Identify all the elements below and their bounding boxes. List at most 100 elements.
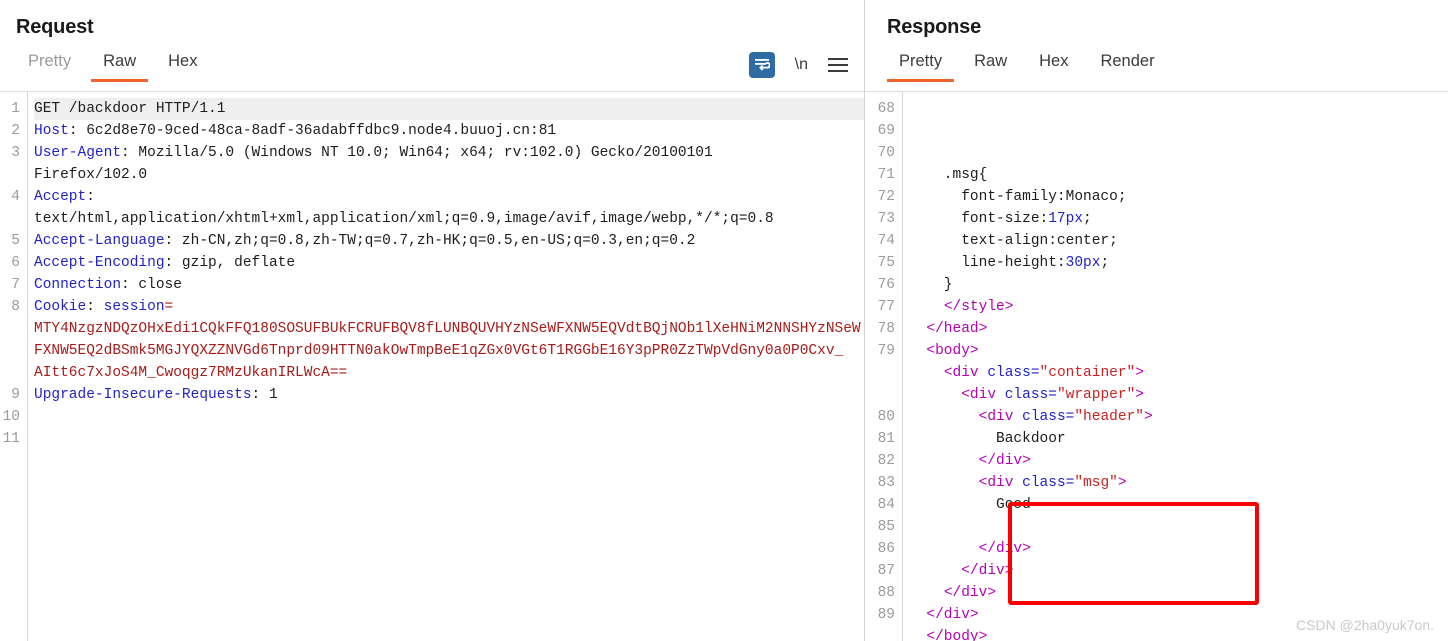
response-line-number: 72	[877, 189, 895, 205]
response-panel: Response Pretty Raw Hex Render 68 69 70 71 72 73…	[864, 0, 1448, 641]
request-line-number: 1	[11, 101, 20, 117]
request-code-line[interactable]: Accept-Language: zh-CN,zh;q=0.8,zh-TW;q=…	[34, 230, 864, 252]
request-code-line[interactable]: Accept:	[34, 186, 864, 208]
response-code-line[interactable]: </div>	[909, 582, 1448, 604]
request-code-line[interactable]: MTY4NzgzNDQzOHxEdi1CQkFFQ180SOSUFBUkFCRU…	[34, 318, 864, 340]
request-line-number: 4	[11, 189, 20, 205]
response-code-line[interactable]: <div class="header">	[909, 406, 1448, 428]
response-code-line[interactable]: </div>	[909, 450, 1448, 472]
request-line-number: 11	[2, 431, 20, 447]
response-line-number: 77	[877, 299, 895, 315]
response-line-number: 70	[877, 145, 895, 161]
response-code-line[interactable]: </style>	[909, 296, 1448, 318]
response-line-number: 69	[877, 123, 895, 139]
request-line-number: 9	[11, 387, 20, 403]
response-code-line[interactable]: text-align:center;	[909, 230, 1448, 252]
request-code-line[interactable]: Upgrade-Insecure-Requests: 1	[34, 384, 864, 406]
burp-repeater-view: Request Pretty Raw Hex \n 1 2 3 4 5 6 7 8 9 10 11 GE…	[0, 0, 1448, 641]
request-code-line[interactable]: FXNW5EQ2dBSmk5MGJYQXZZNVGd6Tnprd09HTTN0a…	[34, 340, 864, 362]
request-code-line[interactable]: Cookie: session=	[34, 296, 864, 318]
request-tabbar: Pretty Raw Hex	[0, 48, 864, 92]
response-line-number: 87	[877, 563, 895, 579]
response-tab-pretty[interactable]: Pretty	[883, 48, 958, 82]
request-line-number: 6	[11, 255, 20, 271]
response-line-numbers: 68 69 70 71 72 73 74 75 76 77 78 79 80 81 82 83 84 85 86 87…	[865, 92, 903, 641]
response-code-line[interactable]: }	[909, 274, 1448, 296]
hamburger-menu-icon[interactable]	[828, 58, 848, 72]
request-line-number: 7	[11, 277, 20, 293]
response-code-line[interactable]: <div class="container">	[909, 362, 1448, 384]
response-line-number: 88	[877, 585, 895, 601]
request-code-line[interactable]: AItt6c7xJoS4M_Cwoqgz7RMzUkanIRLWcA==	[34, 362, 864, 384]
response-code-line[interactable]: </div>	[909, 538, 1448, 560]
response-code-line[interactable]: Backdoor	[909, 428, 1448, 450]
response-line-number: 78	[877, 321, 895, 337]
response-code-line[interactable]: line-height:30px;	[909, 252, 1448, 274]
request-tab-hex[interactable]: Hex	[152, 48, 213, 82]
request-code-line[interactable]: Connection: close	[34, 274, 864, 296]
request-line-number: 10	[2, 409, 20, 425]
response-code-line[interactable]: font-family:Monaco;	[909, 186, 1448, 208]
response-line-number: 74	[877, 233, 895, 249]
request-panel: Request Pretty Raw Hex \n 1 2 3 4 5 6 7 8 9 10 11 GE…	[0, 0, 864, 641]
request-tab-pretty[interactable]: Pretty	[12, 48, 87, 82]
request-line-number	[0, 340, 20, 362]
request-line-number: 3	[11, 145, 20, 161]
response-line-number: 82	[877, 453, 895, 469]
response-code-line[interactable]: .msg{	[909, 164, 1448, 186]
response-line-number: 84	[877, 497, 895, 513]
response-tab-hex[interactable]: Hex	[1023, 48, 1084, 82]
response-line-number: 71	[877, 167, 895, 183]
request-line-number	[0, 164, 20, 186]
response-line-number: 83	[877, 475, 895, 491]
request-line-number	[0, 362, 20, 384]
request-code-line[interactable]: Host: 6c2d8e70-9ced-48ca-8adf-36adabffdb…	[34, 120, 864, 142]
response-code[interactable]: .msg{ font-family:Monaco; font-size:17px…	[903, 92, 1448, 641]
request-code[interactable]: GET /backdoor HTTP/1.1 Host: 6c2d8e70-9ce…	[28, 92, 864, 641]
response-editor[interactable]: 68 69 70 71 72 73 74 75 76 77 78 79 80 81 82 83 84 85 86 87…	[865, 92, 1448, 641]
newline-toggle-button[interactable]: \n	[795, 56, 808, 74]
response-code-line[interactable]: font-size:17px;	[909, 208, 1448, 230]
request-tab-raw[interactable]: Raw	[87, 48, 152, 82]
request-code-line[interactable]	[34, 428, 864, 450]
request-code-line[interactable]	[34, 406, 864, 428]
word-wrap-icon[interactable]	[748, 52, 775, 78]
request-code-line[interactable]: Accept-Encoding: gzip, deflate	[34, 252, 864, 274]
response-line-number: 68	[877, 101, 895, 117]
response-line-number: 80	[877, 409, 895, 425]
response-line-number: 75	[877, 255, 895, 271]
response-line-number	[865, 384, 895, 406]
response-line-number	[865, 362, 895, 384]
response-line-number: 73	[877, 211, 895, 227]
request-code-line[interactable]: text/html,application/xhtml+xml,applicat…	[34, 208, 864, 230]
request-line-number: 5	[11, 233, 20, 249]
request-line-numbers: 1 2 3 4 5 6 7 8 9 10 11	[0, 92, 28, 641]
request-toolbar: \n	[748, 52, 848, 78]
response-code-line[interactable]: <body>	[909, 340, 1448, 362]
watermark: CSDN @2ha0yuk7on.	[1296, 617, 1434, 633]
request-code-line[interactable]: User-Agent: Mozilla/5.0 (Windows NT 10.0…	[34, 142, 864, 164]
request-line-number	[0, 318, 20, 340]
response-line-number: 76	[877, 277, 895, 293]
response-line-number: 86	[877, 541, 895, 557]
response-code-line[interactable]: <div class="msg">	[909, 472, 1448, 494]
response-line-number: 89	[877, 607, 895, 623]
request-line-number: 2	[11, 123, 20, 139]
request-editor[interactable]: 1 2 3 4 5 6 7 8 9 10 11 GET /backdoor HTTP/1.1 Host…	[0, 92, 864, 641]
response-line-number: 85	[877, 519, 895, 535]
request-code-line[interactable]: Firefox/102.0	[34, 164, 864, 186]
request-code-line[interactable]: GET /backdoor HTTP/1.1	[34, 98, 864, 120]
response-panel-title: Response	[887, 16, 981, 38]
response-line-number: 79	[877, 343, 895, 359]
request-line-number	[0, 208, 20, 230]
response-tab-render[interactable]: Render	[1084, 48, 1170, 82]
response-tab-raw[interactable]: Raw	[958, 48, 1023, 82]
response-code-line[interactable]: </head>	[909, 318, 1448, 340]
response-code-line[interactable]: Good	[909, 494, 1448, 516]
response-code-line[interactable]: <div class="wrapper">	[909, 384, 1448, 406]
response-code-line[interactable]: </div>	[909, 560, 1448, 582]
response-code-line[interactable]	[909, 516, 1448, 538]
request-panel-title: Request	[16, 16, 94, 38]
response-tabbar: Pretty Raw Hex Render	[865, 48, 1448, 92]
request-line-number: 8	[11, 299, 20, 315]
